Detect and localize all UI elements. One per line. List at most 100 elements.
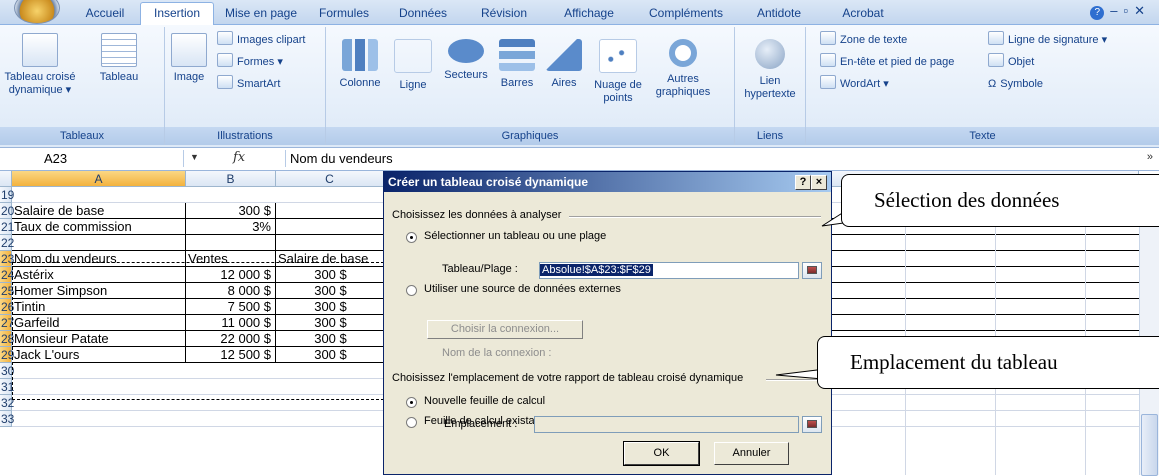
- cell-a[interactable]: Garfeild: [12, 315, 186, 330]
- row-header[interactable]: 30: [0, 363, 14, 379]
- cell-b[interactable]: [186, 187, 276, 202]
- cell-c[interactable]: [276, 235, 384, 250]
- expand-formula-bar-icon[interactable]: »: [1147, 151, 1153, 163]
- cell-b[interactable]: [186, 395, 276, 410]
- cell-a[interactable]: Salaire de base: [12, 203, 186, 218]
- tab-donnees[interactable]: Données: [382, 3, 464, 24]
- cell-b[interactable]: [186, 411, 276, 426]
- images-clipart-button[interactable]: Images clipart: [217, 31, 305, 49]
- row-header[interactable]: 26: [0, 299, 14, 315]
- tab-insertion[interactable]: Insertion: [140, 2, 214, 26]
- cell-b[interactable]: 300 $: [186, 203, 276, 218]
- cell-a[interactable]: Monsieur Patate: [12, 331, 186, 346]
- chart-autres-button[interactable]: Autres graphiques: [648, 29, 718, 99]
- formes-button[interactable]: Formes ▾: [217, 53, 283, 71]
- cell-c[interactable]: 300 $: [276, 299, 384, 314]
- location-input[interactable]: [534, 416, 799, 433]
- chart-barres-button[interactable]: Barres: [492, 29, 542, 90]
- cell-b[interactable]: 3%: [186, 219, 276, 234]
- cell-c[interactable]: 300 $: [276, 331, 384, 346]
- option-external-label[interactable]: Utiliser une source de données externes: [424, 283, 621, 295]
- row-header[interactable]: 23: [0, 251, 14, 267]
- tab-revision[interactable]: Révision: [464, 3, 544, 24]
- option-new-sheet-label[interactable]: Nouvelle feuille de calcul: [424, 395, 545, 407]
- ligne-signature-button[interactable]: Ligne de signature ▾: [988, 31, 1107, 49]
- chart-aires-button[interactable]: Aires: [540, 29, 588, 90]
- chart-colonne-button[interactable]: Colonne: [330, 29, 390, 90]
- name-box[interactable]: A23: [4, 150, 184, 167]
- ok-button[interactable]: OK: [623, 441, 700, 466]
- chart-secteurs-button[interactable]: Secteurs: [438, 29, 494, 82]
- range-input[interactable]: Absolue!$A$23:$F$29: [539, 262, 799, 279]
- cell-b[interactable]: [186, 235, 276, 250]
- radio-new-sheet[interactable]: [406, 397, 417, 408]
- smartart-button[interactable]: SmartArt: [217, 75, 280, 93]
- row-header[interactable]: 31: [0, 379, 14, 395]
- cell-a[interactable]: [12, 235, 186, 250]
- row-header[interactable]: 32: [0, 395, 14, 411]
- close-icon[interactable]: ✕: [1134, 3, 1151, 18]
- cell-b[interactable]: 12 500 $: [186, 347, 276, 362]
- cell-b[interactable]: Ventes: [186, 251, 276, 266]
- cell-a[interactable]: [12, 395, 186, 410]
- choose-connection-button[interactable]: Choisir la connexion...: [427, 320, 583, 339]
- wordart-button[interactable]: WordArt ▾: [820, 75, 889, 93]
- radio-select-range[interactable]: [406, 232, 417, 243]
- row-header[interactable]: 28: [0, 331, 14, 347]
- cell-c[interactable]: [276, 203, 384, 218]
- cell-a[interactable]: Homer Simpson: [12, 283, 186, 298]
- cell-a[interactable]: Astérix: [12, 267, 186, 282]
- cell-a[interactable]: [12, 411, 186, 426]
- cell-b[interactable]: 22 000 $: [186, 331, 276, 346]
- row-header[interactable]: 24: [0, 267, 14, 283]
- cell-c[interactable]: Salaire de base: [276, 251, 384, 266]
- chart-ligne-button[interactable]: Ligne: [388, 29, 438, 92]
- tab-formules[interactable]: Formules: [306, 3, 382, 24]
- tab-antidote[interactable]: Antidote: [738, 3, 820, 24]
- location-collapse-button[interactable]: [802, 416, 822, 433]
- tab-accueil[interactable]: Accueil: [70, 3, 140, 24]
- row-header[interactable]: 20: [0, 203, 14, 219]
- insert-function-icon[interactable]: fx: [233, 150, 245, 165]
- cell-c[interactable]: 300 $: [276, 315, 384, 330]
- option-select-range-label[interactable]: Sélectionner un tableau ou une plage: [424, 230, 606, 242]
- column-header-b[interactable]: B: [186, 171, 276, 187]
- chevron-down-icon[interactable]: ▼: [190, 152, 199, 162]
- cell-b[interactable]: [186, 363, 276, 378]
- zone-texte-button[interactable]: Zone de texte: [820, 31, 907, 49]
- cell-c[interactable]: [276, 187, 384, 202]
- symbole-button[interactable]: Ω Symbole: [988, 75, 1043, 93]
- tableau-button[interactable]: Tableau: [84, 29, 154, 84]
- cell-a[interactable]: [12, 379, 186, 394]
- radio-existing-sheet[interactable]: [406, 417, 417, 428]
- minimize-icon[interactable]: –: [1110, 3, 1123, 18]
- cell-c[interactable]: [276, 219, 384, 234]
- chart-nuage-button[interactable]: Nuage de points: [588, 29, 648, 105]
- row-header[interactable]: 27: [0, 315, 14, 331]
- cell-a[interactable]: Nom du vendeurs: [12, 251, 186, 266]
- cell-a[interactable]: [12, 363, 186, 378]
- select-all-corner[interactable]: [0, 171, 12, 187]
- cell-c[interactable]: 300 $: [276, 267, 384, 282]
- tcd-button[interactable]: Tableau croisé dynamique ▾: [2, 29, 78, 97]
- entete-button[interactable]: En-tête et pied de page: [820, 53, 954, 71]
- restore-icon[interactable]: ▫: [1123, 3, 1134, 18]
- cell-c[interactable]: [276, 363, 384, 378]
- cell-a[interactable]: Jack L'ours: [12, 347, 186, 362]
- cell-b[interactable]: 12 000 $: [186, 267, 276, 282]
- image-button[interactable]: Image: [167, 29, 211, 84]
- tab-affichage[interactable]: Affichage: [544, 3, 634, 24]
- cell-c[interactable]: [276, 395, 384, 410]
- row-header[interactable]: 19: [0, 187, 14, 203]
- tab-complements[interactable]: Compléments: [634, 3, 738, 24]
- formula-input[interactable]: Nom du vendeurs: [285, 150, 393, 167]
- cell-b[interactable]: 7 500 $: [186, 299, 276, 314]
- cell-b[interactable]: 11 000 $: [186, 315, 276, 330]
- help-icon[interactable]: ?: [1090, 6, 1105, 20]
- cell-b[interactable]: 8 000 $: [186, 283, 276, 298]
- tab-acrobat[interactable]: Acrobat: [820, 3, 906, 24]
- cell-c[interactable]: 300 $: [276, 283, 384, 298]
- row-header[interactable]: 22: [0, 235, 14, 251]
- cell-a[interactable]: Tintin: [12, 299, 186, 314]
- tab-mise-en-page[interactable]: Mise en page: [216, 3, 306, 24]
